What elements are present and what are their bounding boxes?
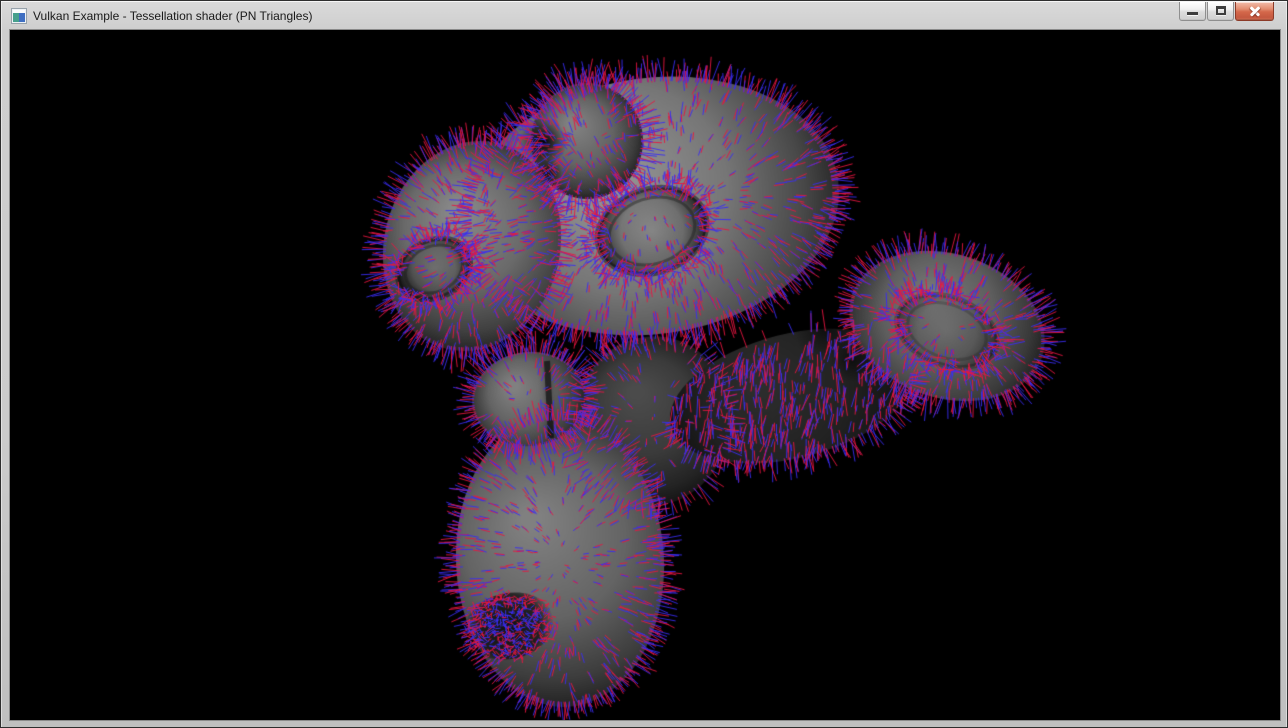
minimize-button[interactable]	[1179, 2, 1206, 21]
close-icon	[1249, 5, 1261, 17]
application-window: Vulkan Example - Tessellation shader (PN…	[0, 0, 1288, 728]
window-title: Vulkan Example - Tessellation shader (PN…	[33, 9, 312, 23]
window-controls	[1179, 2, 1274, 21]
minimize-icon	[1187, 12, 1198, 15]
app-icon[interactable]	[11, 8, 27, 24]
close-button[interactable]	[1235, 2, 1274, 21]
viewport-canvas[interactable]	[10, 30, 1280, 720]
render-client-area	[9, 29, 1281, 721]
maximize-icon	[1216, 6, 1226, 15]
maximize-button[interactable]	[1207, 2, 1234, 21]
titlebar[interactable]: Vulkan Example - Tessellation shader (PN…	[2, 1, 1286, 29]
